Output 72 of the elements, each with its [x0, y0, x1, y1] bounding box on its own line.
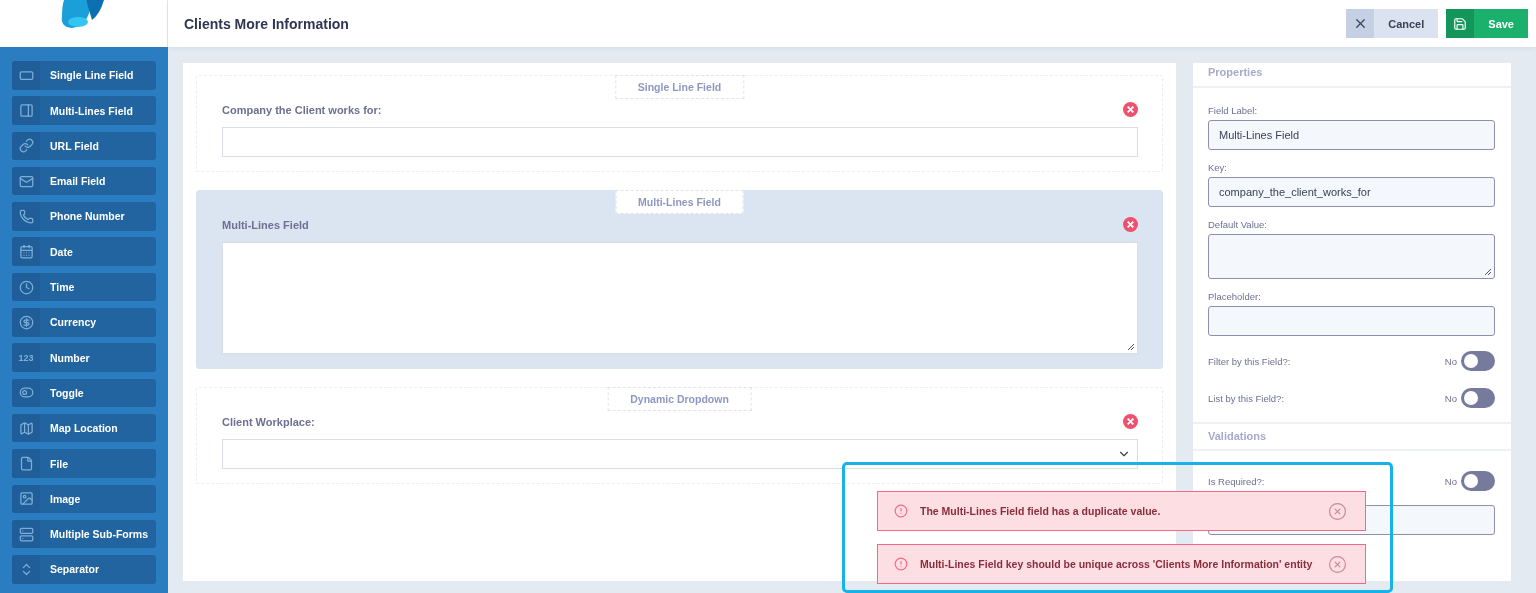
panel-icon: [18, 103, 34, 119]
field-type-item[interactable]: Time: [12, 272, 156, 302]
property-input[interactable]: Multi-Lines Field: [1208, 120, 1495, 150]
field-type-item[interactable]: Toggle: [12, 378, 156, 408]
field-type-item[interactable]: Map Location: [12, 413, 156, 443]
field-type-item[interactable]: File: [12, 449, 156, 478]
page-title: Clients More Information: [184, 15, 350, 32]
field-label: Company the Client works for:: [222, 103, 382, 116]
property-label: Filter by this Field?:: [1208, 355, 1291, 367]
cancel-button[interactable]: Cancel: [1346, 9, 1439, 38]
field-type-item[interactable]: Single Line Field: [12, 61, 156, 90]
phone-icon: [18, 208, 34, 224]
clock-icon: [18, 279, 34, 295]
property-input[interactable]: company_the_client_works_for: [1208, 177, 1495, 207]
panel-heading: Validations: [1193, 422, 1511, 451]
file-icon: [18, 456, 34, 471]
field-type-item[interactable]: Email Field: [12, 166, 156, 196]
map-icon: [18, 420, 34, 436]
alert-icon: [894, 504, 908, 518]
image-icon: [18, 491, 34, 507]
field-type-item[interactable]: Phone Number: [12, 202, 156, 231]
property-label: Default Value:: [1208, 219, 1268, 230]
resize-grip-icon: [1127, 343, 1135, 351]
dollar-icon: [18, 314, 34, 330]
field-type-tag: Single Line Field: [614, 75, 745, 99]
toggle-switch[interactable]: [1461, 471, 1495, 491]
field-card[interactable]: Dynamic Dropdown Client Workplace:: [196, 387, 1163, 484]
dropdown-select[interactable]: [222, 439, 1138, 469]
mail-icon: [18, 173, 34, 189]
textarea-input[interactable]: [222, 242, 1138, 354]
field-label: Multi-Lines Field: [222, 218, 309, 231]
delete-icon[interactable]: [1123, 414, 1138, 429]
field-type-item[interactable]: Multi-Lines Field: [12, 96, 156, 125]
property-input[interactable]: [1208, 306, 1495, 336]
toggle-icon: [18, 385, 34, 401]
selected-field-card[interactable]: Multi-Lines Field Multi-Lines Field: [196, 190, 1163, 369]
server-icon: [18, 526, 34, 542]
property-textarea[interactable]: [1208, 234, 1495, 279]
field-type-item[interactable]: Image: [12, 484, 156, 514]
property-label: Is Required?:: [1208, 475, 1265, 487]
field-card[interactable]: Single Line Field Company the Client works for:: [196, 75, 1163, 172]
field-label: Client Workplace:: [222, 415, 315, 428]
field-type-tag: Multi-Lines Field: [615, 190, 744, 214]
calendar-icon: [18, 244, 34, 260]
alert-icon: [894, 557, 908, 571]
text-input[interactable]: [222, 127, 1138, 157]
toggle-switch[interactable]: [1461, 351, 1495, 371]
error-message: The Multi-Lines Field field has a duplicate value.: [920, 505, 1162, 517]
close-icon[interactable]: [1328, 554, 1347, 574]
error-message: Multi-Lines Field key should be unique across 'Clients More Information' entity: [920, 558, 1314, 570]
toggle-switch[interactable]: [1461, 388, 1495, 408]
toggle-state-text: No: [1444, 475, 1457, 487]
field-type-item[interactable]: Multiple Sub-Forms: [12, 519, 156, 549]
field-type-item[interactable]: 123 Number: [12, 343, 156, 372]
toggle-state-text: No: [1444, 392, 1457, 404]
delete-icon[interactable]: [1123, 217, 1138, 232]
field-type-item[interactable]: Currency: [12, 308, 156, 337]
link-icon: [18, 138, 34, 154]
resize-grip-icon: [1484, 268, 1492, 276]
property-label: Placeholder:: [1208, 291, 1262, 302]
field-type-item[interactable]: Separator: [12, 555, 156, 584]
property-label: List by this Field?:: [1208, 392, 1285, 404]
panel-heading: Properties: [1193, 63, 1511, 88]
field-type-item[interactable]: Date: [12, 237, 156, 266]
property-label: Key:: [1208, 162, 1228, 173]
close-icon[interactable]: [1328, 501, 1347, 521]
toggle-state-text: No: [1444, 355, 1457, 367]
field-type-tag: Dynamic Dropdown: [607, 387, 752, 411]
field-type-item[interactable]: URL Field: [12, 131, 156, 161]
delete-icon[interactable]: [1123, 102, 1138, 117]
property-label: Field Label:: [1208, 105, 1259, 116]
number-icon: 123: [18, 352, 34, 363]
